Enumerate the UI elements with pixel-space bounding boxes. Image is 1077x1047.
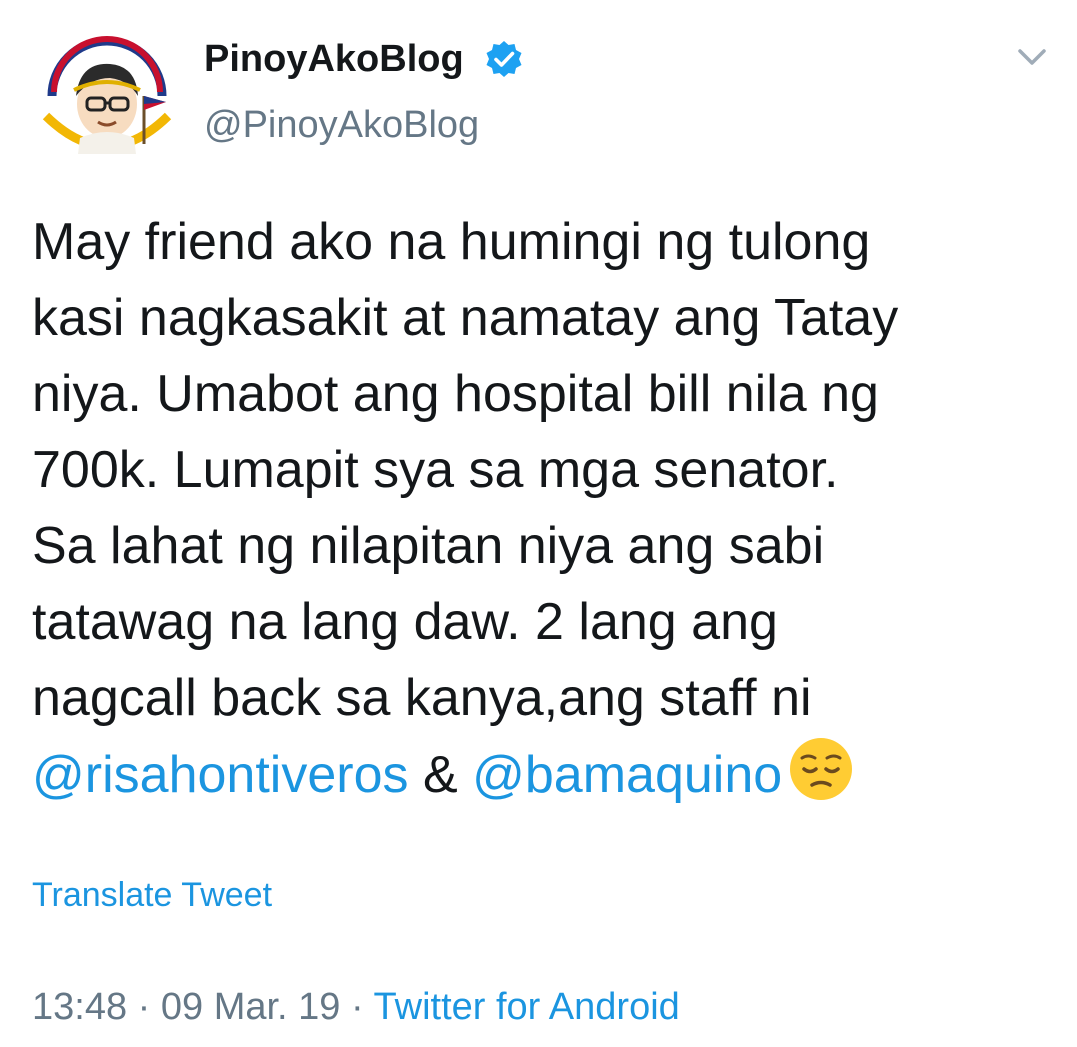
meta-separator: · [340, 986, 374, 1028]
tweet-line: nagcall back sa kanya,ang staff ni [32, 669, 812, 727]
avatar[interactable] [32, 26, 182, 166]
user-handle[interactable]: @PinoyAkoBlog [204, 102, 479, 148]
tweet-source-link[interactable]: Twitter for Android [374, 986, 680, 1028]
display-name[interactable]: PinoyAkoBlog [204, 36, 464, 82]
cartoon-avatar-icon [42, 36, 172, 154]
tweet-line: kasi nagkasakit at namatay ang Tatay [32, 289, 899, 347]
tweet-line: tatawag na lang daw. 2 lang ang [32, 593, 778, 651]
mention-link-bamaquino[interactable]: @bamaquino [472, 746, 782, 804]
tweet-date: 09 Mar. 19 [160, 986, 341, 1028]
pensive-face-emoji-icon [788, 736, 854, 802]
tweet-line: May friend ako na humingi ng tulong [32, 213, 871, 271]
verified-badge-icon [484, 39, 524, 79]
tweet-meta: 13:48 · 09 Mar. 19 · Twitter for Android [32, 984, 680, 1030]
chevron-down-icon[interactable] [1012, 42, 1052, 72]
translate-tweet-link[interactable]: Translate Tweet [32, 874, 272, 916]
tweet-text: May friend ako na humingi ng tulong kasi… [32, 204, 1057, 813]
tweet-line: niya. Umabot ang hospital bill nila ng [32, 365, 879, 423]
tweet-line: Sa lahat ng nilapitan niya ang sabi [32, 517, 825, 575]
tweet-line: 700k. Lumapit sya sa mga senator. [32, 441, 839, 499]
tweet-time: 13:48 [32, 986, 128, 1028]
mention-link-risahontiveros[interactable]: @risahontiveros [32, 746, 409, 804]
meta-separator: · [127, 986, 161, 1028]
ampersand-text: & [408, 746, 473, 804]
tweet-line-mentions: @risahontiveros & @bamaquino [32, 736, 1057, 813]
